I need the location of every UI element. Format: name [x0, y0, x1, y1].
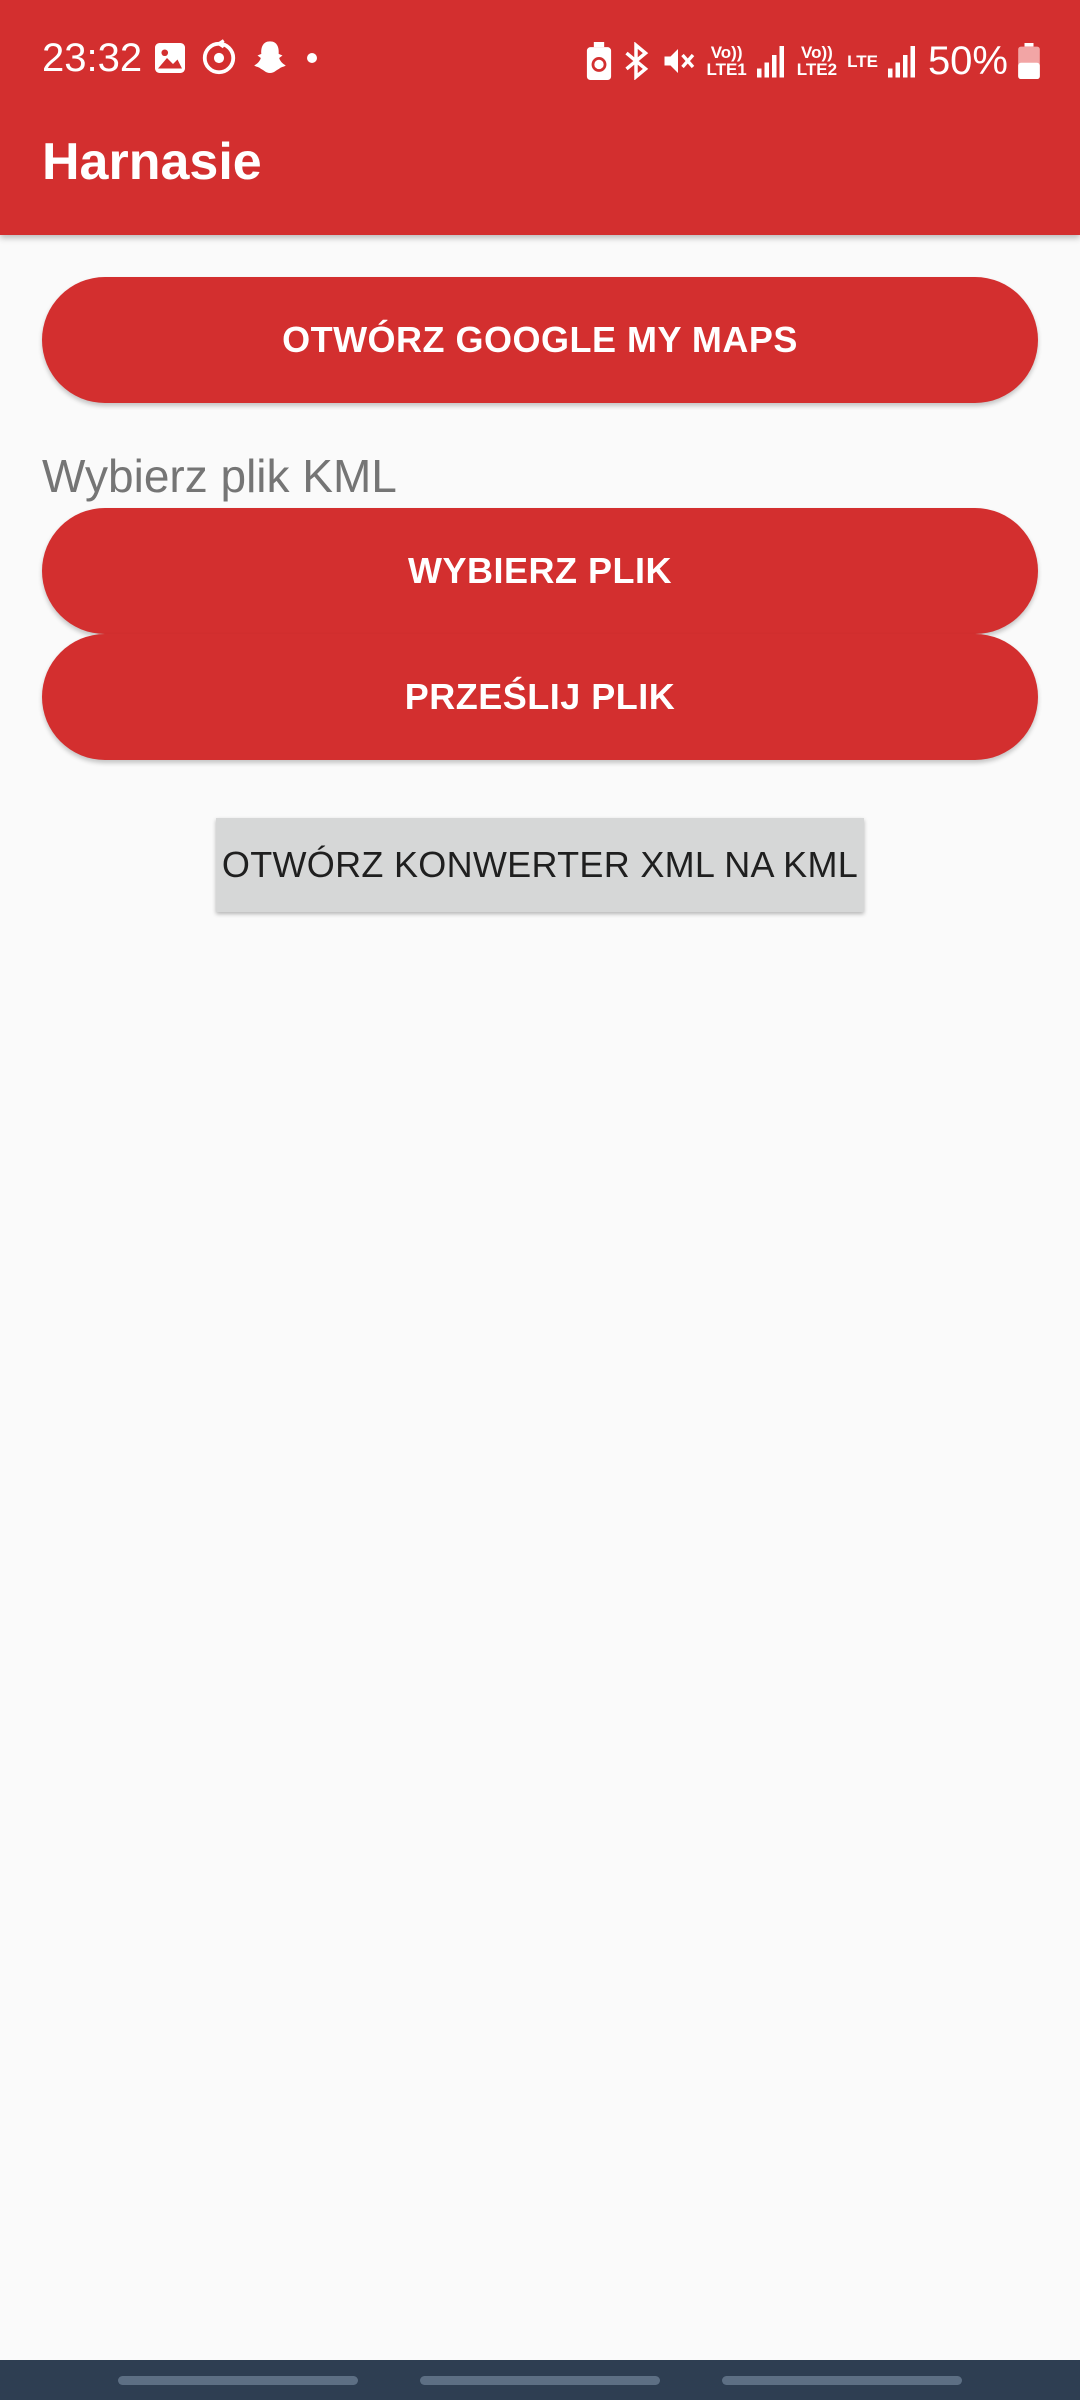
sim1-network-label: Vo)) LTE1 — [706, 43, 747, 79]
signal-sim2-icon — [887, 46, 915, 78]
choose-file-button[interactable]: WYBIERZ PLIK — [42, 508, 1038, 634]
dot-icon — [307, 53, 317, 63]
open-google-my-maps-button[interactable]: OTWÓRZ GOOGLE MY MAPS — [42, 277, 1038, 403]
nav-handle-center[interactable] — [420, 2376, 660, 2385]
signal-sim1-icon — [756, 46, 784, 78]
image-icon — [155, 43, 185, 73]
sim2-network-label: Vo)) LTE2 — [796, 43, 838, 79]
nav-handle-right[interactable] — [722, 2376, 962, 2385]
lte-label: LTE — [847, 51, 878, 71]
open-converter-button[interactable]: OTWÓRZ KONWERTER XML NA KML — [216, 818, 864, 912]
battery-saver-icon — [587, 42, 612, 80]
bluetooth-icon — [625, 42, 649, 80]
sync-icon — [202, 39, 236, 75]
snapchat-icon — [254, 41, 286, 73]
app-title: Harnasie — [42, 133, 262, 191]
mute-icon — [664, 49, 695, 73]
battery-icon — [1018, 43, 1040, 79]
nav-handle-left[interactable] — [118, 2376, 358, 2385]
battery-percent: 50% — [927, 39, 1008, 83]
app-bar: 23:32 Vo)) LTE1 Vo)) LTE2 LTE 50% Harnas… — [0, 0, 1080, 235]
status-bar: 23:32 Vo)) LTE1 Vo)) LTE2 LTE 50% — [0, 0, 1080, 120]
notification-icons — [152, 38, 322, 78]
kml-file-label: Wybierz plik KML — [42, 450, 397, 502]
navigation-bar — [0, 2360, 1080, 2400]
upload-file-button[interactable]: PRZEŚLIJ PLIK — [42, 634, 1038, 760]
status-time: 23:32 — [42, 36, 143, 80]
system-status-icons: Vo)) LTE1 Vo)) LTE2 LTE 50% — [586, 36, 1040, 86]
